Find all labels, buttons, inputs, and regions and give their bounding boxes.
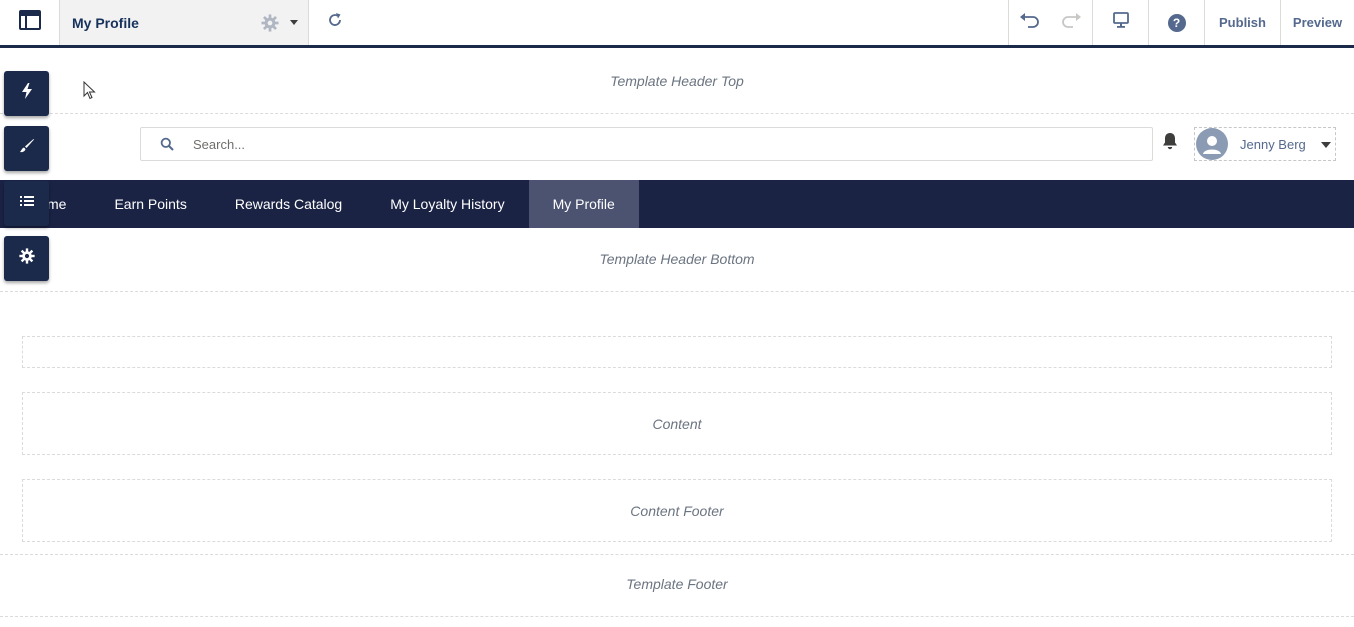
desktop-icon — [1112, 11, 1130, 34]
user-profile-menu[interactable]: Jenny Berg — [1194, 127, 1336, 161]
region-divider — [0, 113, 1354, 114]
template-header-bottom-region[interactable]: Template Header Bottom — [0, 251, 1354, 267]
search-bar[interactable] — [140, 127, 1153, 161]
undo-icon — [1019, 11, 1041, 34]
refresh-button[interactable] — [309, 0, 361, 45]
preview-button[interactable]: Preview — [1280, 0, 1354, 45]
layout-icon — [18, 9, 42, 36]
region-divider — [0, 554, 1354, 555]
mouse-cursor-icon — [83, 80, 97, 101]
page-selector[interactable]: My Profile — [60, 0, 309, 45]
brush-icon — [19, 138, 35, 159]
page-title: My Profile — [72, 14, 139, 31]
theme-panel-button[interactable] — [4, 126, 49, 171]
settings-panel-button[interactable] — [4, 236, 49, 281]
refresh-icon — [326, 11, 344, 34]
redo-button[interactable] — [1050, 0, 1092, 45]
publish-button[interactable]: Publish — [1204, 0, 1280, 45]
search-input[interactable] — [193, 136, 1093, 152]
region-divider — [0, 616, 1354, 617]
components-panel-button[interactable] — [4, 71, 49, 116]
undo-button[interactable] — [1008, 0, 1050, 45]
list-icon — [19, 194, 35, 213]
notification-button[interactable] — [1158, 131, 1182, 155]
region-divider — [0, 291, 1354, 292]
nav-item-rewards-catalog[interactable]: Rewards Catalog — [211, 180, 366, 228]
content-footer-region[interactable]: Content Footer — [22, 479, 1332, 542]
gear-icon[interactable] — [260, 13, 280, 33]
content-region[interactable]: Content — [22, 392, 1332, 455]
bell-icon — [1160, 131, 1180, 156]
help-icon: ? — [1167, 13, 1186, 32]
builder-toolbar: My Profile ? Publish Preview — [0, 0, 1354, 48]
gear-icon — [18, 248, 35, 269]
lightning-icon — [20, 82, 34, 105]
help-button[interactable]: ? — [1148, 0, 1204, 45]
nav-item-my-profile[interactable]: My Profile — [528, 180, 639, 228]
chevron-down-icon[interactable] — [1321, 142, 1331, 148]
redo-icon — [1060, 11, 1082, 34]
nav-item-my-loyalty-history[interactable]: My Loyalty History — [366, 180, 528, 228]
template-header-top-region[interactable]: Template Header Top — [0, 73, 1354, 89]
empty-content-region[interactable] — [22, 336, 1332, 368]
user-name: Jenny Berg — [1240, 136, 1306, 152]
template-footer-region[interactable]: Template Footer — [0, 576, 1354, 592]
avatar — [1196, 128, 1228, 160]
chevron-down-icon[interactable] — [290, 20, 298, 25]
app-layout-button[interactable] — [0, 0, 60, 45]
user-icon — [1203, 136, 1221, 154]
page-structure-button[interactable] — [4, 181, 49, 226]
nav-item-earn-points[interactable]: Earn Points — [90, 180, 210, 228]
search-icon — [141, 137, 193, 151]
device-preview-button[interactable] — [1092, 0, 1148, 45]
main-navigation: me Earn Points Rewards Catalog My Loyalt… — [0, 180, 1354, 228]
